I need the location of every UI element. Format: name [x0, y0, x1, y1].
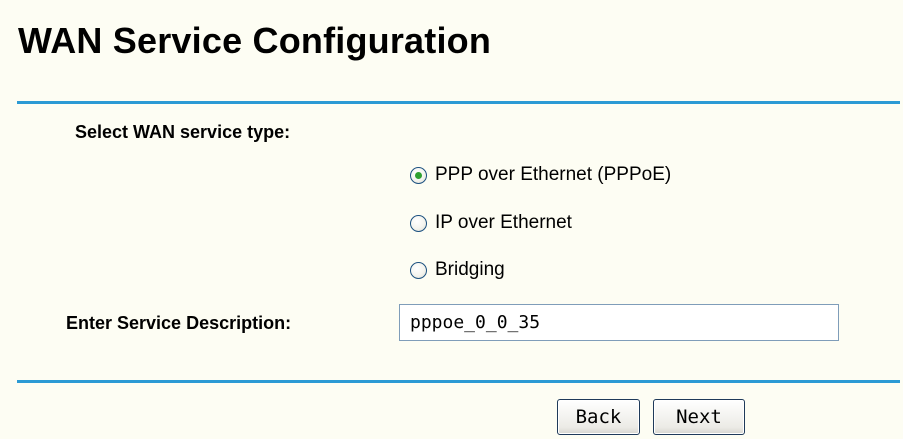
top-divider	[17, 101, 900, 104]
radio-option-ipoe[interactable]: IP over Ethernet	[410, 210, 572, 236]
radio-label-ipoe: IP over Ethernet	[435, 212, 572, 233]
radio-option-bridging[interactable]: Bridging	[410, 257, 505, 283]
page-title: WAN Service Configuration	[18, 20, 492, 61]
service-description-input[interactable]	[399, 304, 839, 341]
radio-button-ipoe[interactable]	[410, 214, 427, 232]
back-button[interactable]: Back	[557, 399, 640, 435]
service-type-label: Select WAN service type:	[75, 122, 291, 142]
radio-label-bridging: Bridging	[435, 259, 505, 280]
radio-button-bridging[interactable]	[410, 261, 427, 279]
bottom-divider	[17, 380, 900, 383]
radio-label-pppoe: PPP over Ethernet (PPPoE)	[435, 164, 672, 185]
radio-option-pppoe[interactable]: PPP over Ethernet (PPPoE)	[410, 162, 671, 188]
next-button[interactable]: Next	[653, 399, 745, 435]
service-description-label: Enter Service Description:	[66, 313, 292, 333]
radio-button-pppoe[interactable]	[410, 166, 427, 184]
